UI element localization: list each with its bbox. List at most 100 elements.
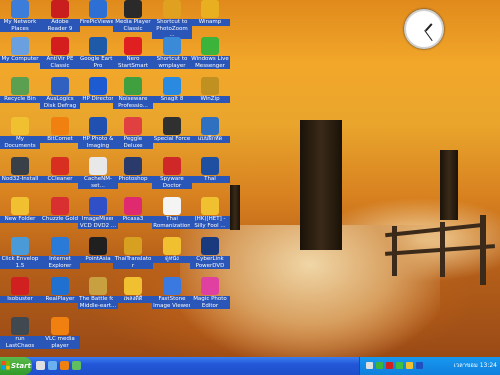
desktop-shortcut[interactable]: BitComet [40, 117, 80, 143]
vlc-icon [51, 317, 69, 335]
documents-folder-icon [11, 117, 29, 135]
desktop-shortcut[interactable]: Shortcut to wmplayer [152, 37, 192, 69]
desktop-shortcut[interactable]: New Folder [0, 197, 40, 223]
tray-antivirus-icon[interactable] [386, 362, 393, 369]
desktop-shortcut[interactable]: WinZip [190, 77, 230, 103]
tray-update-icon[interactable] [406, 362, 413, 369]
desktop-shortcut[interactable]: Recycle Bin [0, 77, 40, 103]
desktop-shortcut[interactable]: FirePicViewer [78, 0, 118, 26]
desktop-shortcut[interactable]: Special Force [152, 117, 192, 143]
desktop-shortcut[interactable]: แบบฝึกหัด [190, 117, 230, 143]
shortcut-label: BitComet [40, 136, 80, 143]
desktop-shortcut[interactable]: HP Photo & Imaging [78, 117, 118, 149]
desktop-shortcut[interactable]: Media Player Classic [113, 0, 153, 32]
desktop[interactable]: My Network Places Adobe Reader 9 FirePicVi… [0, 0, 500, 357]
shortcut-label: New Folder [0, 216, 40, 223]
shortcut-label: VLC media player [40, 336, 80, 349]
cache-icon [89, 157, 107, 175]
shortcut-label: CCleaner [40, 176, 80, 183]
desktop-shortcut[interactable]: Windows Live Messenger [190, 37, 230, 69]
ie-icon [51, 237, 69, 255]
desktop-shortcut[interactable]: Click Envelop 1.5 [0, 237, 40, 269]
desktop-shortcut[interactable]: AntiVir PE Classic [40, 37, 80, 69]
desktop-shortcut[interactable]: CacheNM-set... [78, 157, 118, 189]
tray-volume-icon[interactable] [366, 362, 373, 369]
wmplayer-icon [163, 37, 181, 55]
desktop-shortcut[interactable]: HP Director [78, 77, 118, 103]
tree-trunk [300, 120, 342, 250]
desktop-shortcut[interactable]: Nod32-Install [0, 157, 40, 183]
desktop-shortcut[interactable]: ImageMixer VCD DVD2 ... [78, 197, 118, 229]
shortcut-label: Picasa3 [113, 216, 153, 223]
folder-icon [163, 237, 181, 255]
desktop-shortcut[interactable]: My Computer [0, 37, 40, 63]
desktop-shortcut[interactable]: Picasa3 [113, 197, 153, 223]
desktop-shortcut[interactable]: ดูหนัง [152, 237, 192, 263]
desktop-shortcut[interactable]: RealPlayer [40, 277, 80, 303]
start-button[interactable]: Start [0, 357, 32, 375]
desktop-shortcut[interactable]: My Network Places [0, 0, 40, 32]
desktop-shortcut[interactable]: The Battle for Middle-eart... [78, 277, 118, 309]
desktop-shortcut[interactable]: Chuzzle Gold [40, 197, 80, 223]
clock-gadget[interactable] [404, 9, 444, 49]
shortcut-label: Nero StartSmart [113, 56, 153, 69]
shortcut-label: AusLogics Disk Defrag [40, 96, 80, 109]
realplayer-icon [51, 277, 69, 295]
desktop-shortcut[interactable]: Google Earth Pro [78, 37, 118, 69]
shortcut-label: ImageMixer VCD DVD2 ... [78, 216, 118, 229]
tray-clock[interactable]: เวลาขอม 13:24 [454, 357, 497, 375]
desktop-shortcut[interactable]: Spyware Doctor [152, 157, 192, 189]
desktop-shortcut[interactable]: Photoshop [113, 157, 153, 183]
defrag-icon [51, 77, 69, 95]
shortcut-label: Magic Photo Editor [190, 296, 230, 309]
desktop-shortcut[interactable]: Noiseware Professio... [113, 77, 153, 109]
desktop-shortcut[interactable]: Adobe Reader 9 [40, 0, 80, 32]
shortcut-label: Thai Romanization [152, 216, 192, 229]
picasa-icon [124, 197, 142, 215]
desktop-shortcut[interactable]: SnagIt 8 [152, 77, 192, 103]
shortcut-label: HP Photo & Imaging [78, 136, 118, 149]
desktop-shortcut[interactable]: Thai Romanization [152, 197, 192, 229]
messenger-quick-icon[interactable] [72, 361, 81, 370]
shortcut-label: My Network Places [0, 19, 40, 32]
desktop-shortcut[interactable]: run LastChaos [0, 317, 40, 349]
desktop-shortcut[interactable]: FastStone Image Viewer [152, 277, 192, 309]
shortcut-label: Winamp [190, 19, 230, 26]
windows-logo-icon [2, 361, 10, 370]
shortcut-label: Internet Explorer [40, 256, 80, 269]
envelope-icon [11, 237, 29, 255]
desktop-shortcut[interactable]: CCleaner [40, 157, 80, 183]
show-desktop-icon[interactable] [36, 361, 45, 370]
shortcut-label: ThaI [190, 176, 230, 183]
tray-messenger-icon[interactable] [396, 362, 403, 369]
tray-language-icon[interactable] [416, 362, 423, 369]
desktop-shortcut[interactable]: Nero StartSmart [113, 37, 153, 69]
media-quick-icon[interactable] [60, 361, 69, 370]
desktop-shortcut[interactable]: Magic Photo Editor [190, 277, 230, 309]
ccleaner-icon [51, 157, 69, 175]
desktop-shortcut[interactable]: ThaiTranslator [113, 237, 153, 269]
shortcut-label: Photoshop [113, 176, 153, 183]
desktop-shortcut[interactable]: Winamp [190, 0, 230, 26]
shortcut-label: Google Earth Pro [78, 56, 118, 69]
shortcut-label: Isobuster [0, 296, 40, 303]
ie-quick-icon[interactable] [48, 361, 57, 370]
desktop-shortcut[interactable]: เพลงดีดี [113, 277, 153, 303]
desktop-shortcut[interactable]: Isobuster [0, 277, 40, 303]
desktop-shortcut[interactable]: Shortcut to PhotoZoom ... [152, 0, 192, 39]
desktop-shortcut[interactable]: (HK)[HET] - Silly Fool ... [190, 197, 230, 229]
desktop-shortcut[interactable]: Internet Explorer [40, 237, 80, 269]
tray-network-icon[interactable] [376, 362, 383, 369]
battle-icon [89, 277, 107, 295]
shortcut-label: Peggle Deluxe [113, 136, 153, 149]
system-tray: เวลาขอม 13:24 [359, 357, 500, 375]
faststone-icon [163, 277, 181, 295]
desktop-shortcut[interactable]: Peggle Deluxe [113, 117, 153, 149]
desktop-shortcut[interactable]: VLC media player [40, 317, 80, 349]
desktop-shortcut[interactable]: PointAsia [78, 237, 118, 263]
desktop-shortcut[interactable]: CyberLink PowerDVD [190, 237, 230, 269]
desktop-shortcut[interactable]: AusLogics Disk Defrag [40, 77, 80, 109]
desktop-shortcut[interactable]: My Documents [0, 117, 40, 149]
desktop-shortcut[interactable]: ThaI [190, 157, 230, 183]
shortcut-label: เพลงดีดี [113, 296, 153, 303]
